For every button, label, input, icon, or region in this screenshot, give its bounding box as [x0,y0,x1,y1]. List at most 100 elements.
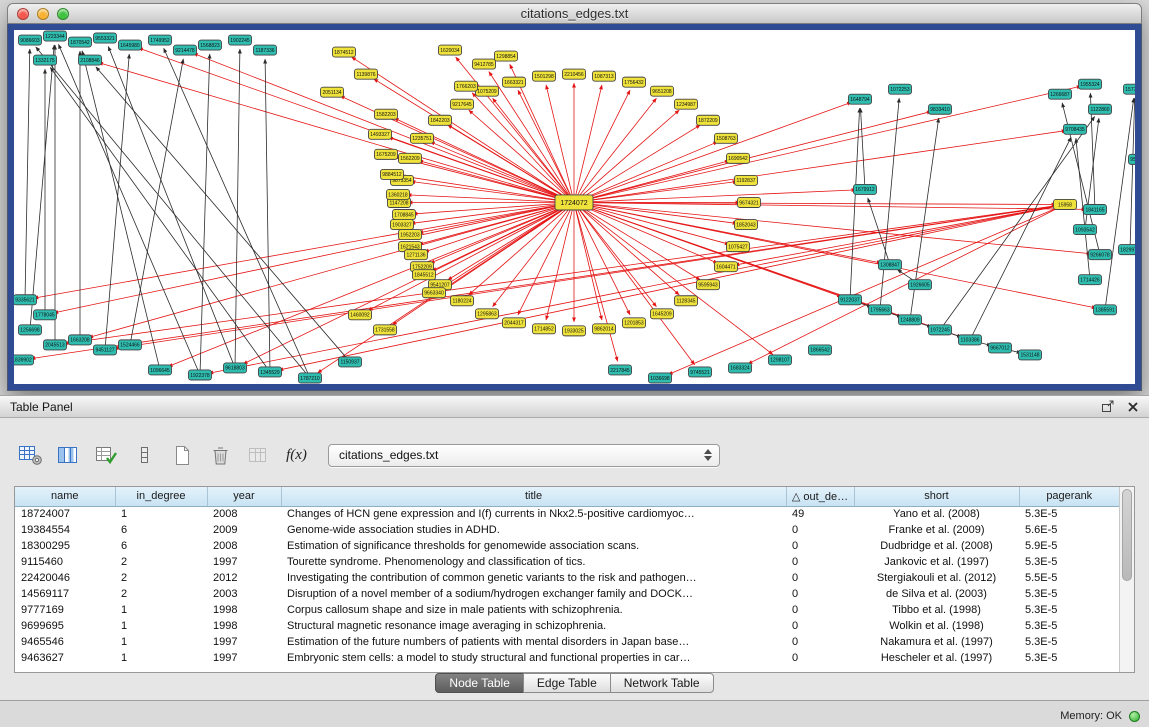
network-node[interactable]: 1870542 [69,37,92,47]
float-panel-icon[interactable] [1101,400,1115,413]
network-node[interactable]: 1332175 [34,55,57,65]
network-node[interactable]: 9412785 [473,59,496,69]
import-table-button[interactable] [242,440,275,471]
network-node[interactable]: 1690542 [727,153,750,163]
network-node[interactable]: 1128345 [675,296,698,306]
network-node[interactable]: 1385591 [1094,305,1117,315]
network-node[interactable]: 1582203 [375,109,398,119]
network-node[interactable]: 1122860 [1089,104,1112,114]
network-node[interactable]: 1508763 [715,133,738,143]
network-node[interactable]: 1298107 [769,355,792,365]
tab-node-table[interactable]: Node Table [435,673,524,693]
network-node[interactable]: 1187336 [254,45,277,55]
network-node[interactable]: 1360218 [387,189,410,199]
network-node[interactable]: 9745521 [689,367,712,377]
column-header-title[interactable]: title [281,487,786,506]
network-node[interactable]: 1866542 [809,345,832,355]
delete-button[interactable] [204,440,237,471]
network-node[interactable]: 9651208 [651,86,674,96]
network-node[interactable]: 1103386 [959,335,982,345]
network-node[interactable]: 1201853 [623,318,646,328]
network-node[interactable]: 1724072 [555,195,593,210]
network-node[interactable]: 1075427 [727,242,750,252]
network-node[interactable]: 1778045 [34,310,57,320]
zoom-window-button[interactable] [57,8,69,20]
table-settings-button[interactable] [14,440,47,471]
tab-network-table[interactable]: Network Table [610,673,714,693]
network-node[interactable]: 1955324 [1079,79,1102,89]
network-node[interactable]: 1139876 [355,69,378,79]
network-node[interactable]: 1562209 [399,153,422,163]
minimize-window-button[interactable] [37,8,49,20]
network-node[interactable]: 2210456 [563,69,586,79]
network-node[interactable]: 1902245 [229,35,252,45]
network-node[interactable]: 1524466 [119,340,142,350]
table-scrollbar[interactable] [1119,487,1134,672]
table-scrollbar-thumb[interactable] [1122,489,1132,581]
network-node[interactable]: 1234987 [675,99,698,109]
network-node[interactable]: 9708435 [1064,124,1087,134]
network-node[interactable]: 1036698 [649,373,672,383]
network-node[interactable]: 1903327 [391,220,414,230]
network-node[interactable]: 1874512 [333,47,356,57]
network-node[interactable]: 1972245 [929,325,952,335]
network-node[interactable]: 1192837 [735,175,758,185]
column-header-short[interactable]: short [854,487,1019,506]
row-tools-button[interactable] [128,440,161,471]
table-row[interactable]: 1938455462009Genome-wide association stu… [15,522,1119,538]
network-node[interactable]: 1295863 [476,309,499,319]
table-row[interactable]: 946554611997Estimation of the future num… [15,634,1119,650]
network-node[interactable]: 1266687 [1049,89,1072,99]
network-node[interactable]: 1256698 [19,325,42,335]
network-node[interactable]: 2217845 [609,365,632,375]
network-node[interactable]: 1093542 [1074,225,1097,235]
network-node[interactable]: 1714426 [1079,275,1102,285]
table-row[interactable]: 946362711997Embryonic stem cells: a mode… [15,650,1119,666]
network-node[interactable]: 1829973 [1119,245,1136,255]
network-node[interactable]: 9833410 [929,104,952,114]
network-node[interactable]: 1235751 [411,133,434,143]
network-node[interactable]: 1683324 [729,363,752,373]
network-node[interactable]: 1933025 [563,326,586,336]
network-node[interactable]: 1645980 [119,40,142,50]
network-node[interactable]: 1922378 [189,370,212,380]
network-node[interactable]: 1952203 [399,230,422,240]
network-node[interactable]: 9667012 [989,343,1012,353]
table-row[interactable]: 969969511998Structural magnetic resonanc… [15,618,1119,634]
network-node[interactable]: 1708845 [393,210,416,220]
network-node[interactable]: 2044317 [503,318,526,328]
network-node[interactable]: 9266078 [1089,250,1112,260]
network-node[interactable]: 9862014 [593,324,616,334]
network-node[interactable]: 1308847 [879,260,902,270]
network-node[interactable]: 1648794 [849,94,872,104]
network-node[interactable]: 1072253 [889,84,912,94]
show-columns-button[interactable] [52,440,85,471]
network-node[interactable]: 1714852 [533,324,556,334]
table-panel-titlebar[interactable]: Table Panel [0,396,1149,418]
table-row[interactable]: 1830029562008Estimation of significance … [15,538,1119,554]
network-node[interactable]: 2051134 [321,87,344,97]
network-node[interactable]: 9884512 [381,169,404,179]
network-node[interactable]: 9544208 [1129,154,1136,164]
column-header-in_degree[interactable]: in_degree [115,487,207,506]
network-node[interactable]: 9553321 [94,33,117,43]
tab-edge-table[interactable]: Edge Table [523,673,611,693]
network-node[interactable]: 1604471 [715,262,738,272]
network-window-titlebar[interactable]: citations_edges.txt [7,3,1142,24]
network-node[interactable]: 1096645 [149,365,172,375]
table-row[interactable]: 2242004622012Investigating the contribut… [15,570,1119,586]
network-node[interactable]: 1620034 [439,45,462,55]
network-node[interactable]: 1501298 [533,71,556,81]
network-node[interactable]: 1248809 [899,315,922,325]
close-panel-icon[interactable] [1127,401,1139,413]
network-node[interactable]: 9335621 [14,295,37,305]
network-node[interactable]: 1842203 [429,115,452,125]
network-node[interactable]: 1852043 [735,220,758,230]
network-node[interactable]: 1795663 [869,305,892,315]
network-node[interactable]: 9674321 [738,197,761,207]
table-row[interactable]: 1872400712008Changes of HCN gene express… [15,506,1119,522]
network-node[interactable]: 1787210 [299,373,322,383]
network-node[interactable]: 2108846 [79,55,102,65]
function-builder-button[interactable]: f(x) [280,440,313,471]
network-node[interactable]: 1675209 [375,149,398,159]
